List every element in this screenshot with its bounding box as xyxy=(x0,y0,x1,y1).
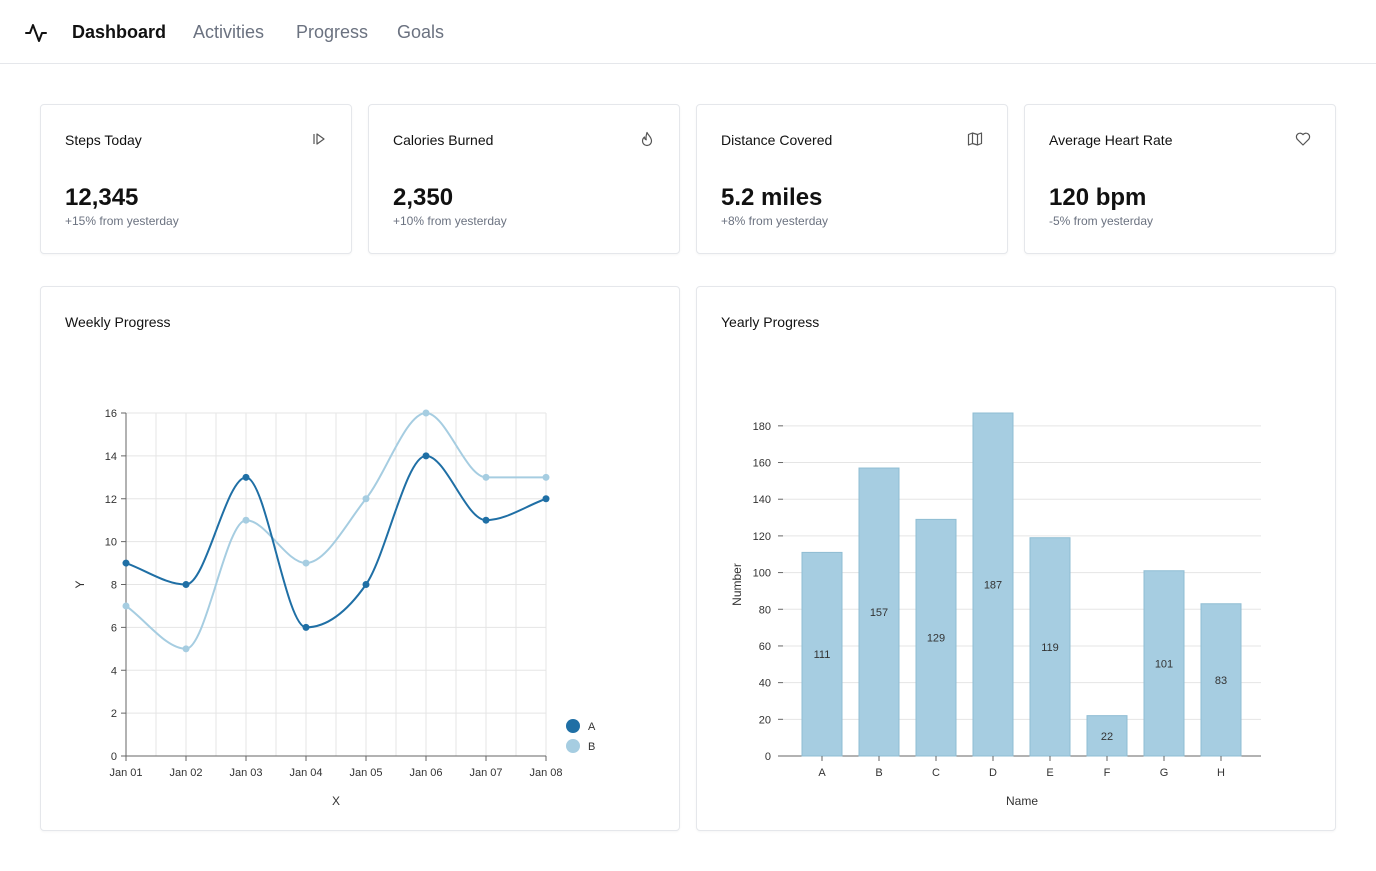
nav-link-progress[interactable]: Progress xyxy=(296,20,368,44)
y-tick-label: 6 xyxy=(111,622,117,634)
stat-change: +15% from yesterday xyxy=(65,214,179,228)
x-tick-label: F xyxy=(1104,767,1111,779)
bar-value-label: 187 xyxy=(984,580,1002,592)
data-point-a xyxy=(242,473,250,481)
stat-card-calories: Calories Burned 2,350 +10% from yesterda… xyxy=(368,104,680,254)
bar-value-label: 101 xyxy=(1155,658,1173,670)
x-tick-label: Jan 07 xyxy=(469,767,502,779)
y-tick-label: 2 xyxy=(111,708,117,720)
x-tick-label: Jan 02 xyxy=(169,767,202,779)
data-point-a xyxy=(542,495,550,503)
x-tick-label: Jan 04 xyxy=(289,767,322,779)
y-tick-label: 0 xyxy=(765,751,771,763)
x-tick-label: B xyxy=(875,767,882,779)
stat-value: 120 bpm xyxy=(1049,184,1147,211)
legend-swatch-a xyxy=(566,719,580,733)
x-tick-label: Jan 03 xyxy=(229,767,262,779)
data-point-a xyxy=(122,559,130,567)
x-tick-label: Jan 01 xyxy=(109,767,142,779)
data-point-b xyxy=(182,645,190,653)
nav-link-activities[interactable]: Activities xyxy=(193,20,264,44)
data-point-b xyxy=(542,473,550,481)
y-tick-label: 80 xyxy=(759,604,771,616)
x-tick-label: E xyxy=(1046,767,1053,779)
stat-card-heart-rate: Average Heart Rate 120 bpm -5% from yest… xyxy=(1024,104,1336,254)
weekly-line-chart: 0 2 4 6 8 10 12 14 16 Jan 01 Jan 02 Jan 03 Jan 04 Jan… xyxy=(73,408,596,808)
x-tick-label: Jan 06 xyxy=(409,767,442,779)
y-axis-title: Y xyxy=(73,580,87,588)
nav-link-dashboard[interactable]: Dashboard xyxy=(72,20,166,44)
y-tick-label: 120 xyxy=(753,531,771,543)
y-tick-label: 0 xyxy=(111,751,117,763)
data-point-a xyxy=(302,623,310,631)
stat-value: 5.2 miles xyxy=(721,184,823,211)
bar-value-label: 22 xyxy=(1101,731,1113,743)
bar-value-label: 157 xyxy=(870,607,888,619)
y-tick-label: 140 xyxy=(753,494,771,506)
footsteps-icon xyxy=(313,133,325,145)
bar-value-label: 83 xyxy=(1215,675,1227,687)
y-tick-label: 100 xyxy=(753,568,771,580)
y-tick-label: 20 xyxy=(759,714,771,726)
x-axis-title: Name xyxy=(1006,794,1038,808)
legend-label-b: B xyxy=(588,741,595,753)
y-tick-label: 60 xyxy=(759,641,771,653)
stat-card-steps: Steps Today 12,345 +15% from yesterday xyxy=(40,104,352,254)
y-tick-label: 12 xyxy=(105,494,117,506)
yearly-progress-card: Yearly Progress 0 20 40 60 80 100 120 140 160 180… xyxy=(696,286,1336,831)
legend-swatch-b xyxy=(566,739,580,753)
y-tick-label: 180 xyxy=(753,421,771,433)
stat-title: Average Heart Rate xyxy=(1049,132,1173,148)
data-point-b xyxy=(122,602,130,610)
stat-card-distance: Distance Covered 5.2 miles +8% from yest… xyxy=(696,104,1008,254)
legend-label-a: A xyxy=(588,721,596,733)
data-point-a xyxy=(362,581,370,588)
flame-icon xyxy=(641,131,653,147)
x-tick-label: C xyxy=(932,767,940,779)
data-point-b xyxy=(242,516,250,524)
y-tick-label: 16 xyxy=(105,408,117,420)
bar-value-label: 129 xyxy=(927,633,945,645)
top-navigation-bar: Dashboard Activities Progress Goals xyxy=(0,0,1376,64)
y-axis-title: Number xyxy=(730,563,744,606)
stat-value: 12,345 xyxy=(65,184,139,211)
data-point-a xyxy=(422,452,430,460)
heart-icon xyxy=(1295,132,1311,146)
data-point-a xyxy=(482,516,490,524)
y-tick-label: 4 xyxy=(111,665,117,677)
x-tick-label: D xyxy=(989,767,997,779)
nav-link-goals[interactable]: Goals xyxy=(397,20,444,44)
stat-title: Steps Today xyxy=(65,132,142,148)
stat-change: -5% from yesterday xyxy=(1049,214,1154,228)
data-point-b xyxy=(482,473,490,481)
x-tick-label: Jan 08 xyxy=(529,767,562,779)
bar-value-label: 111 xyxy=(814,649,831,661)
data-point-b xyxy=(302,559,310,567)
map-icon xyxy=(967,132,983,146)
data-point-b xyxy=(422,409,430,417)
activity-pulse-icon[interactable] xyxy=(24,21,48,45)
y-tick-label: 40 xyxy=(759,678,771,690)
y-tick-label: 8 xyxy=(111,580,117,592)
stat-title: Distance Covered xyxy=(721,132,833,148)
stat-value: 2,350 xyxy=(393,184,454,211)
data-point-b xyxy=(362,495,370,503)
x-tick-label: G xyxy=(1160,767,1169,779)
yearly-bar-chart: 0 20 40 60 80 100 120 140 160 180 111 A 157 B 129 C 187 D… xyxy=(730,412,1261,808)
y-tick-label: 14 xyxy=(105,451,117,463)
data-point-a xyxy=(182,581,190,588)
x-tick-label: A xyxy=(818,767,826,779)
x-tick-label: H xyxy=(1217,767,1225,779)
bar-value-label: 119 xyxy=(1041,642,1059,654)
y-tick-label: 160 xyxy=(753,458,771,470)
stat-change: +10% from yesterday xyxy=(393,214,507,228)
x-axis-title: X xyxy=(332,794,340,808)
stat-title: Calories Burned xyxy=(393,132,494,148)
x-tick-label: Jan 05 xyxy=(349,767,382,779)
weekly-progress-card: Weekly Progress 0 2 4 6 8 10 12 14 16 Jan 01 Jan 0… xyxy=(40,286,680,831)
stat-change: +8% from yesterday xyxy=(721,214,829,228)
y-tick-label: 10 xyxy=(105,537,117,549)
